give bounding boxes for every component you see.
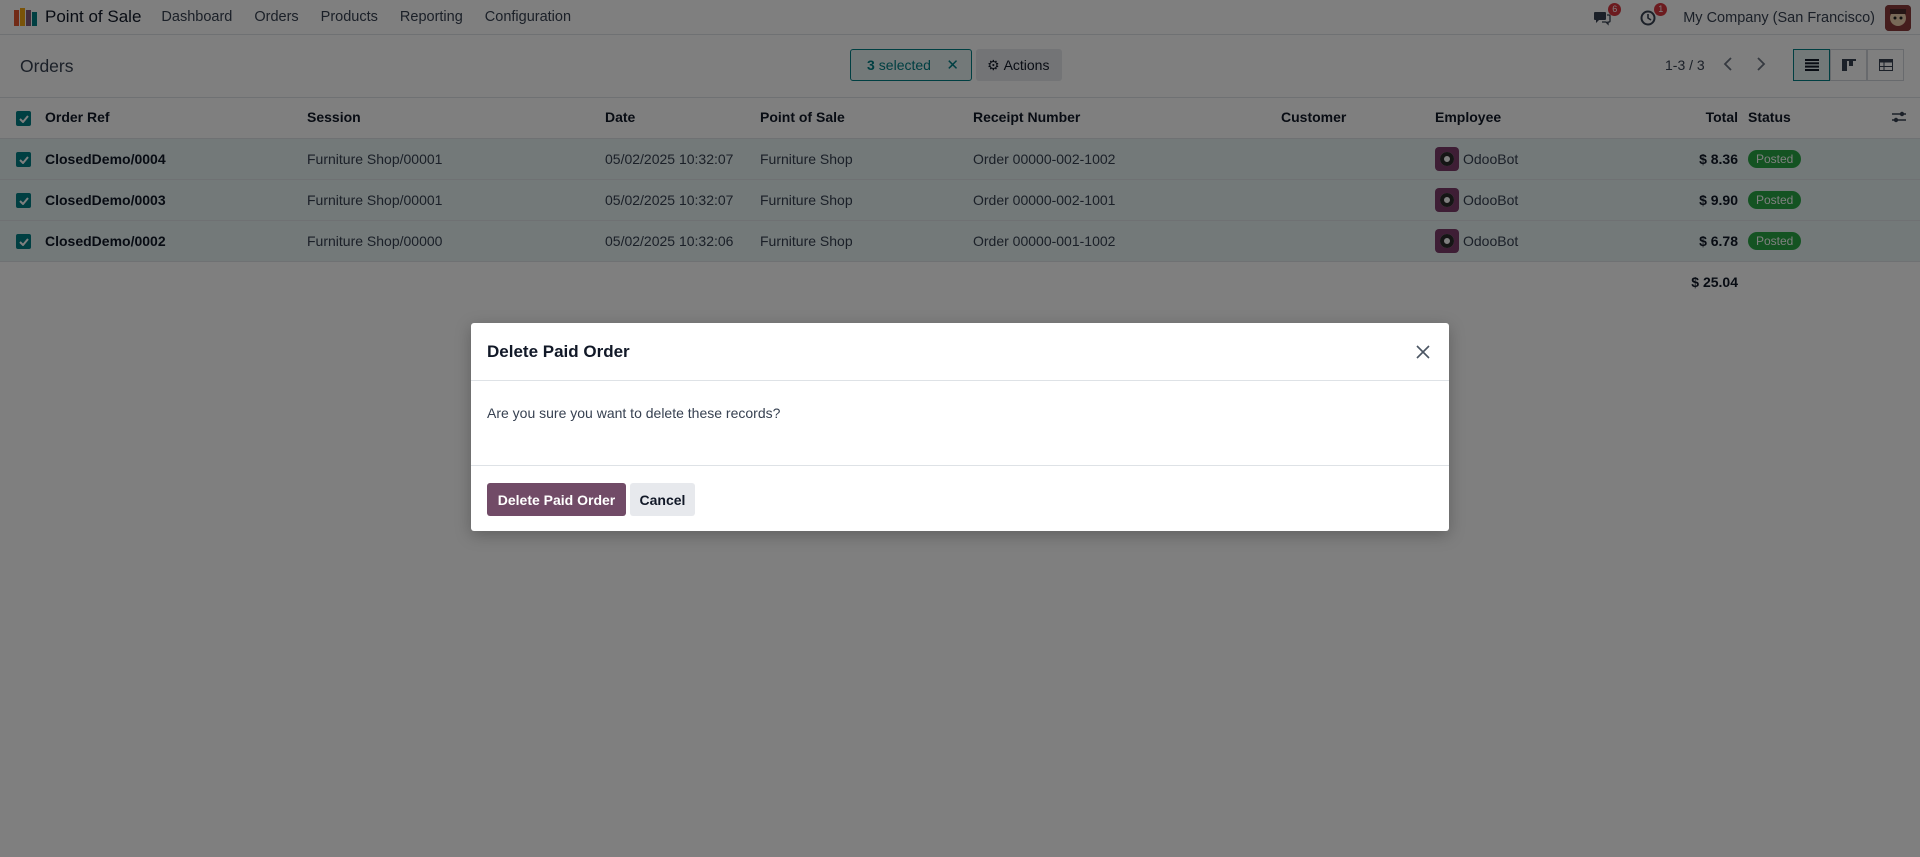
delete-dialog: Delete Paid Order Are you sure you want …	[471, 323, 1449, 531]
cancel-button[interactable]: Cancel	[630, 483, 695, 516]
confirm-delete-button[interactable]: Delete Paid Order	[487, 483, 626, 516]
dialog-message: Are you sure you want to delete these re…	[487, 405, 781, 421]
dialog-title: Delete Paid Order	[487, 342, 630, 361]
dialog-body: Are you sure you want to delete these re…	[471, 381, 1449, 466]
dialog-header: Delete Paid Order	[471, 323, 1449, 381]
close-icon[interactable]	[1411, 340, 1435, 364]
